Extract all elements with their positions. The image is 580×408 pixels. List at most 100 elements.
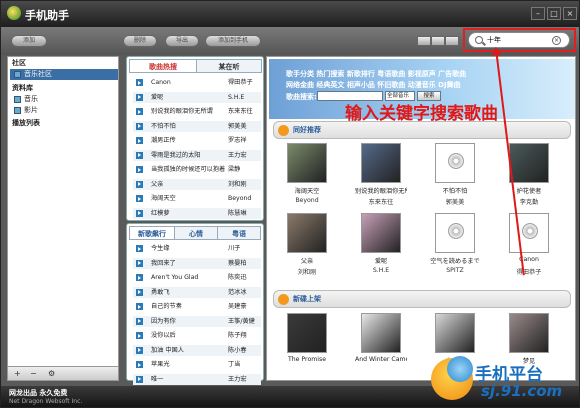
play-icon[interactable] — [136, 137, 143, 144]
sidebar-item-video[interactable]: 影片 — [10, 105, 118, 116]
album-card[interactable]: The Promise — [281, 313, 333, 375]
album-title[interactable]: 爱呢 — [355, 256, 407, 265]
play-icon[interactable] — [136, 151, 143, 159]
album-artist[interactable]: 东来东往 — [355, 197, 407, 206]
album-card[interactable]: 爱呢 S.H.E — [355, 213, 407, 275]
remove-playlist-button[interactable]: − — [30, 369, 37, 378]
album-card[interactable]: 海阔天空 Beyond — [281, 143, 333, 205]
grid-view-icon[interactable] — [431, 36, 445, 46]
album-card[interactable]: 不怕不怕 郭美美 — [429, 143, 481, 206]
tab-mood[interactable]: 心情 — [174, 226, 218, 240]
album-artist[interactable]: S.H.E — [355, 267, 407, 274]
album-card[interactable]: 空气を読めるまで SPITZ — [429, 213, 481, 275]
tab-hot-search[interactable]: 歌曲热搜 — [129, 59, 197, 73]
list-item[interactable]: 苹果光 丁当 — [133, 359, 261, 370]
sidebar-item-music-community[interactable]: 音乐社区 — [10, 69, 118, 80]
list-item[interactable]: 别说我的眼泪你无所谓 东来东往 — [133, 106, 261, 117]
album-title[interactable]: 护花使者 — [503, 186, 555, 195]
album-cover[interactable] — [435, 313, 475, 353]
album-card[interactable]: And Winter Came — [355, 313, 407, 375]
album-artist[interactable]: SPITZ — [429, 267, 481, 274]
list-item[interactable]: 加油 中国人 陈小春 — [133, 344, 261, 356]
add-playlist-button[interactable]: + — [14, 369, 21, 378]
album-artist[interactable]: 郭美美 — [429, 197, 481, 206]
play-icon[interactable] — [136, 166, 143, 173]
album-title[interactable]: 不怕不怕 — [429, 186, 481, 195]
cover-view-icon[interactable] — [445, 36, 459, 46]
play-icon[interactable] — [136, 346, 143, 354]
list-item[interactable]: 唯一 王力宏 — [133, 373, 261, 385]
album-title[interactable]: 父亲 — [281, 256, 333, 265]
album-cover[interactable] — [287, 213, 327, 253]
list-item[interactable]: 不怕不怕 郭美美 — [133, 120, 261, 132]
list-item[interactable]: 爱呢 S.H.E — [133, 91, 261, 103]
album-artist[interactable]: Beyond — [281, 197, 333, 204]
play-icon[interactable] — [136, 195, 143, 202]
album-card[interactable]: 别说我的眼泪你无所谓东来东往 — [355, 143, 407, 206]
play-icon[interactable] — [136, 79, 143, 86]
play-icon[interactable] — [136, 259, 143, 267]
tab-new-songs[interactable]: 新歌飙行 — [129, 226, 175, 240]
sidebar-item-music[interactable]: 音乐 — [10, 94, 118, 105]
album-cover[interactable] — [509, 143, 549, 183]
album-title[interactable]: Canon — [503, 256, 555, 263]
list-item[interactable]: 当我孤独的时候还可以抱着你 梁静 — [133, 164, 261, 175]
album-cover[interactable] — [509, 313, 549, 353]
album-title[interactable]: And Winter Came — [355, 356, 407, 363]
tab-now-listening[interactable]: 某在听 — [196, 59, 262, 73]
play-icon[interactable] — [136, 274, 143, 281]
list-item[interactable]: 海阔天空 Beyond — [133, 193, 261, 204]
play-icon[interactable] — [136, 317, 143, 325]
album-cover[interactable] — [435, 213, 475, 253]
album-cover[interactable] — [361, 313, 401, 353]
album-artist[interactable]: 李克勤 — [503, 197, 555, 206]
album-cover[interactable] — [361, 213, 401, 253]
album-artist[interactable]: 刘和刚 — [281, 267, 333, 276]
play-icon[interactable] — [136, 288, 143, 296]
play-icon[interactable] — [136, 180, 143, 188]
category-nav-row-2[interactable]: 网络金曲 经典英文 相声小品 怀旧歌曲 动漫音乐 DJ舞曲 — [286, 80, 461, 90]
close-button[interactable]: × — [563, 7, 577, 20]
list-item[interactable]: 我回来了 蔡晏柏 — [133, 257, 261, 269]
settings-gear-icon[interactable]: ⚙ — [48, 369, 55, 378]
album-title[interactable]: 别说我的眼泪你无所谓 — [355, 186, 407, 195]
export-button[interactable]: 导出 — [165, 35, 199, 47]
album-title[interactable]: 海阔天空 — [281, 186, 333, 195]
album-card[interactable]: 父亲 刘和刚 — [281, 213, 333, 276]
list-view-icon[interactable] — [417, 36, 431, 46]
list-item[interactable]: 零雨是我过的太阳 王力宏 — [133, 149, 261, 161]
play-icon[interactable] — [136, 122, 143, 130]
list-item[interactable]: 父亲 刘和刚 — [133, 178, 261, 190]
album-title[interactable]: The Promise — [281, 356, 333, 363]
add-to-phone-button[interactable]: 添加到手机 — [205, 35, 261, 47]
album-cover[interactable] — [287, 313, 327, 353]
add-button[interactable]: 添加 — [11, 35, 47, 47]
album-cover[interactable] — [361, 143, 401, 183]
list-item[interactable]: Aren't You Glad 陈奕迅 — [133, 272, 261, 283]
album-artist[interactable]: 得田恭子 — [503, 267, 555, 276]
list-item[interactable]: Canon 得田恭子 — [133, 77, 261, 88]
play-icon[interactable] — [136, 375, 143, 383]
play-icon[interactable] — [136, 361, 143, 368]
album-cover[interactable] — [435, 143, 475, 183]
category-nav-row-1[interactable]: 歌手分类 热门搜索 新歌排行 粤语歌曲 影视原声 广告歌曲 — [286, 69, 466, 79]
album-title[interactable]: 空气を読めるまで — [429, 256, 481, 265]
album-cover[interactable] — [287, 143, 327, 183]
list-item[interactable]: 因为有你 王筝/黄健 — [133, 315, 261, 327]
minimize-button[interactable]: – — [531, 7, 545, 20]
list-item[interactable]: 潮男正传 罗志祥 — [133, 135, 261, 146]
list-item[interactable]: 自己的节奏 吴建豪 — [133, 301, 261, 312]
list-item[interactable]: 红模萝 陈慧琳 — [133, 207, 261, 219]
play-icon[interactable] — [136, 108, 143, 115]
play-icon[interactable] — [136, 93, 143, 101]
list-item[interactable]: 勇敢飞 范冰冰 — [133, 286, 261, 298]
maximize-button[interactable]: □ — [547, 7, 561, 20]
play-icon[interactable] — [136, 245, 143, 252]
delete-button[interactable]: 删除 — [123, 35, 157, 47]
tab-cantonese[interactable]: 粤语 — [217, 226, 261, 240]
play-icon[interactable] — [136, 303, 143, 310]
play-icon[interactable] — [136, 332, 143, 339]
list-item[interactable]: 没你以后 陈子翔 — [133, 330, 261, 341]
list-item[interactable]: 今生缘 川子 — [133, 243, 261, 254]
play-icon[interactable] — [136, 209, 143, 217]
